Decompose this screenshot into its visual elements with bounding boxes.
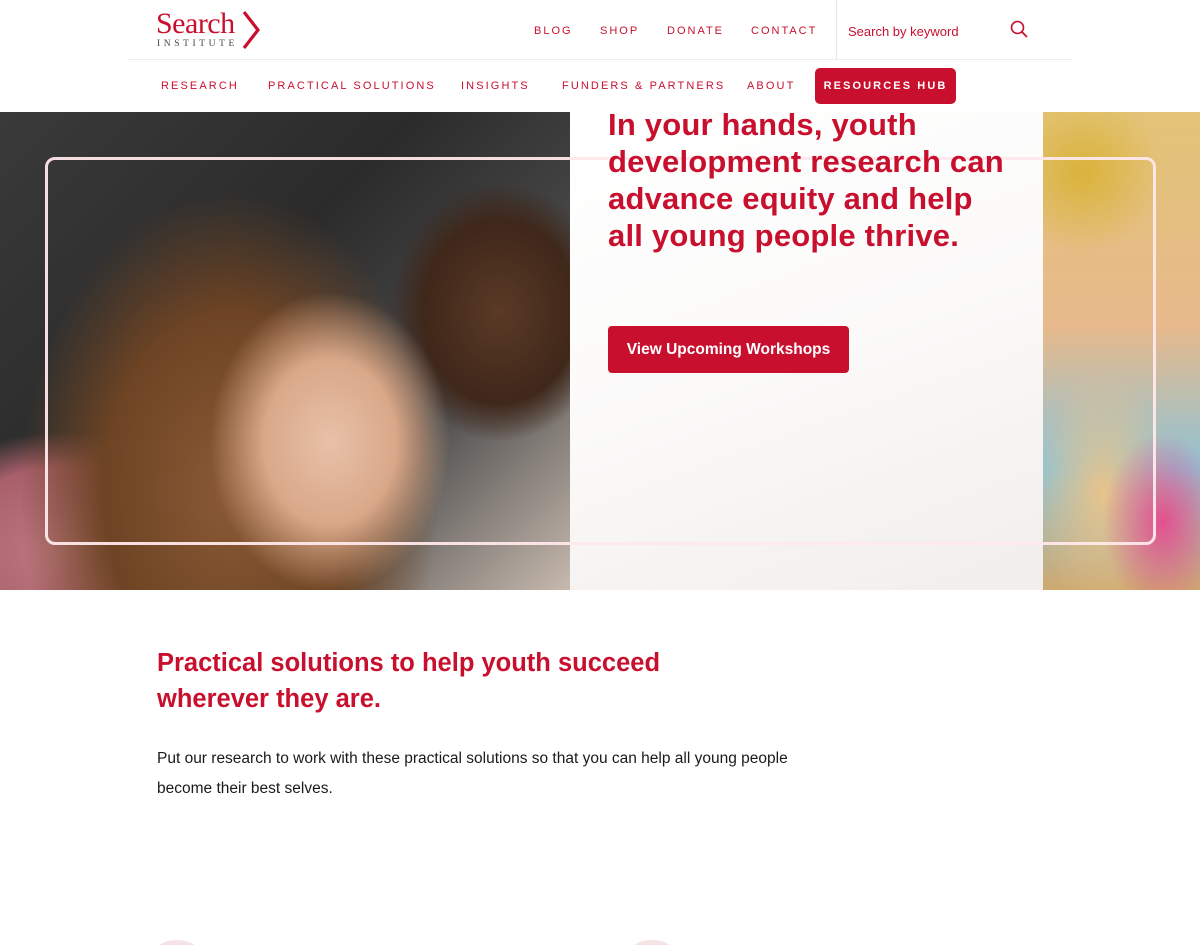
search-button[interactable] [1008,19,1030,41]
main-nav: RESEARCH PRACTICAL SOLUTIONS INSIGHTS FU… [0,68,1200,104]
card-icon-peek [157,940,197,945]
chevron-right-icon [242,11,261,49]
nav-contact[interactable]: CONTACT [751,21,817,41]
nav-research[interactable]: RESEARCH [161,68,239,104]
nav-insights[interactable]: INSIGHTS [461,68,530,104]
nav-funders-partners[interactable]: FUNDERS & PARTNERS [562,68,725,104]
hero-heading: In your hands, youth development researc… [608,107,1004,253]
card-icon-peek [632,940,672,945]
section-title: Practical solutions to help youth succee… [157,649,661,713]
view-workshops-button[interactable]: View Upcoming Workshops [608,326,849,373]
site-header: Search INSTITUTE BLOG SHOP DONATE CONTAC… [0,0,1200,112]
nav-donate[interactable]: DONATE [667,21,724,41]
site-logo[interactable]: Search INSTITUTE [156,8,266,52]
resources-hub-button[interactable]: RESOURCES HUB [815,68,956,104]
section-body: Put our research to work with these prac… [157,750,788,797]
logo-subtitle: INSTITUTE [157,39,238,49]
nav-blog[interactable]: BLOG [534,21,573,41]
hero-banner [0,112,1200,590]
nav-shop[interactable]: SHOP [600,21,639,41]
logo-wordmark: Search [156,7,235,40]
search-input[interactable] [848,20,1003,42]
header-divider [836,0,837,59]
search-icon [1010,20,1028,38]
nav-practical-solutions[interactable]: PRACTICAL SOLUTIONS [268,68,436,104]
header-rule [128,59,1072,60]
nav-about[interactable]: ABOUT [747,68,795,104]
